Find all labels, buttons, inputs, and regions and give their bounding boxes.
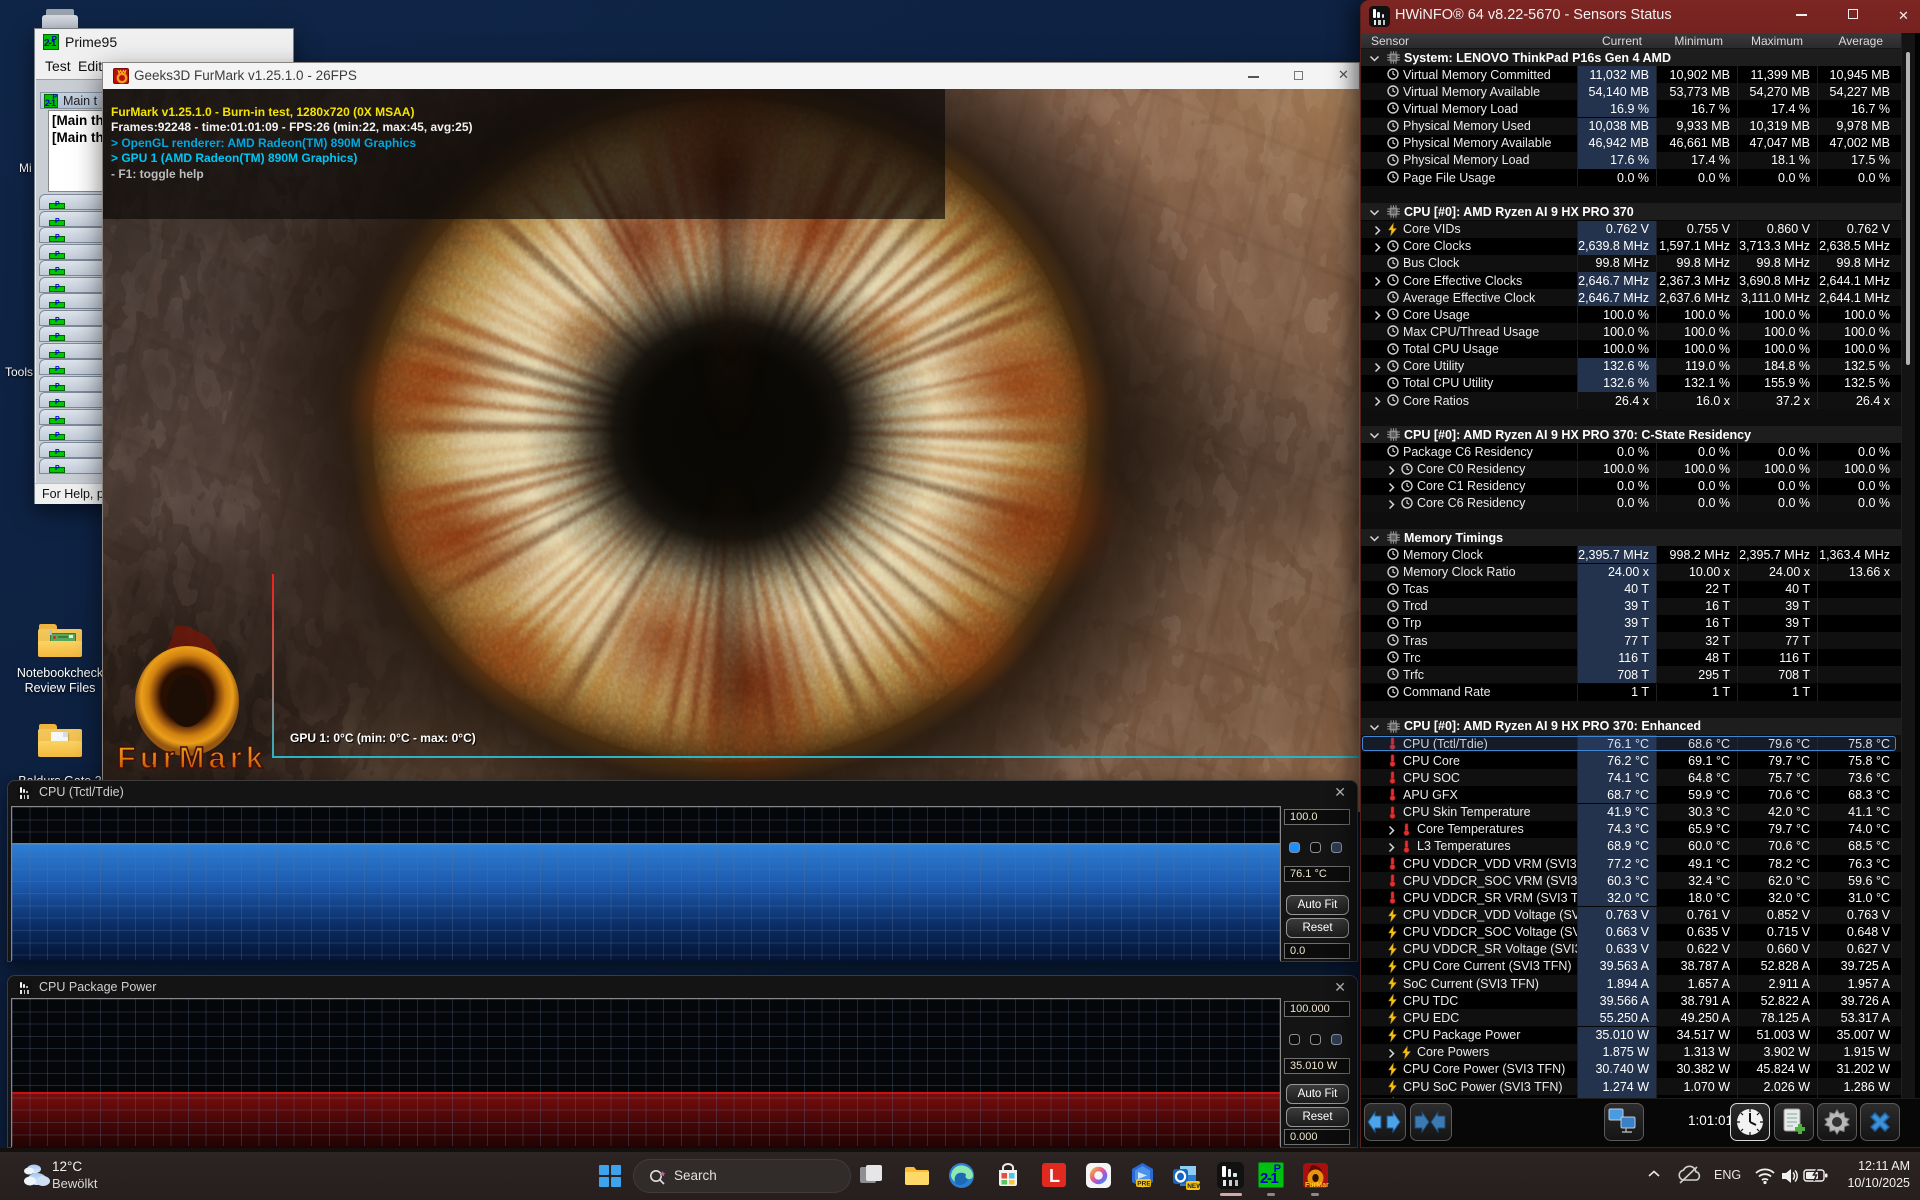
svg-text:PRE: PRE bbox=[1137, 1180, 1151, 1187]
svg-text:L: L bbox=[1049, 1166, 1060, 1186]
svg-text:NEW: NEW bbox=[1187, 1183, 1200, 1190]
svg-text:FurMark: FurMark bbox=[1305, 1182, 1329, 1189]
svg-text:FurMark: FurMark bbox=[117, 740, 264, 775]
